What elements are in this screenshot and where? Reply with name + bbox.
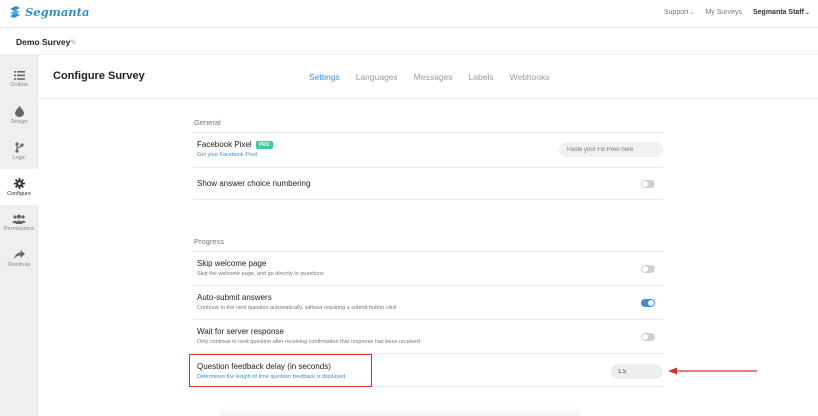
user-label: Segmanta Staff (753, 9, 804, 16)
facebook-pixel-link[interactable]: Get your Facebook Pixel (197, 152, 257, 158)
sidebar-item-label: Configure (7, 190, 31, 197)
tab-webhooks[interactable]: Webhooks (510, 72, 550, 82)
highlight-box (189, 354, 372, 387)
logo-text: Segmanta (25, 5, 90, 19)
setting-title: Facebook Pixel PRO (197, 140, 273, 149)
chevron-down-icon: ⌄ (804, 10, 810, 16)
pencil-icon[interactable]: ✎ (70, 38, 77, 47)
tab-languages[interactable]: Languages (356, 72, 398, 82)
drop-icon (14, 105, 24, 117)
setting-description: Skip the welcome page, and go directly t… (197, 271, 324, 277)
support-menu[interactable]: Support⌄ (664, 9, 695, 16)
sidebar-item-outline[interactable]: Outline (0, 61, 38, 97)
facebook-pixel-label: Facebook Pixel (197, 140, 252, 149)
tab-labels[interactable]: Labels (469, 72, 494, 82)
sidebar-item-label: Permissions (4, 226, 34, 232)
setting-description: Only continue to next question after rec… (197, 339, 420, 345)
list-icon (13, 70, 25, 80)
sidebar: Outline Design Logic Configure Permissio… (0, 55, 38, 416)
setting-title: Skip welcome page (197, 259, 267, 268)
setting-title: Wait for server response (197, 327, 284, 336)
user-menu[interactable]: Segmanta Staff⌄ (753, 9, 810, 16)
survey-title-bar: Demo Survey ✎ (0, 28, 818, 55)
feedback-delay-input[interactable] (611, 364, 663, 379)
page-header: Configure Survey Settings Languages Mess… (38, 55, 818, 99)
sidebar-item-logic[interactable]: Logic (0, 133, 38, 169)
section-heading-progress: Progress (194, 237, 225, 246)
setting-row-answer-numbering: Show answer choice numbering (193, 167, 663, 200)
setting-title: Show answer choice numbering (197, 179, 311, 188)
sidebar-item-distribute[interactable]: Distribute (0, 241, 38, 277)
setting-title: Auto-submit answers (197, 293, 272, 302)
pro-badge: PRO (255, 141, 273, 149)
chevron-down-icon: ⌄ (689, 10, 695, 16)
setting-description: Continue to the next question automatica… (197, 305, 397, 311)
top-bar: Segmanta Support⌄ My Surveys Segmanta St… (0, 0, 818, 28)
section-heading-general: General (194, 118, 221, 127)
setting-row-skip-welcome: Skip welcome page Skip the welcome page,… (193, 251, 663, 285)
support-label: Support (663, 9, 689, 16)
sidebar-item-design[interactable]: Design (0, 97, 38, 133)
logo[interactable]: Segmanta (8, 5, 89, 19)
sidebar-item-label: Outline (10, 81, 28, 88)
wait-server-toggle[interactable] (641, 333, 655, 341)
sidebar-item-permissions[interactable]: Permissions (0, 205, 38, 241)
footer-shadow (220, 406, 580, 416)
my-surveys-link[interactable]: My Surveys (705, 9, 742, 16)
auto-submit-toggle[interactable] (641, 299, 655, 307)
answer-numbering-toggle[interactable] (641, 180, 655, 188)
share-icon (13, 250, 25, 260)
setting-row-wait-server: Wait for server response Only continue t… (193, 319, 663, 353)
sidebar-item-label: Design (10, 118, 28, 125)
tab-bar: Settings Languages Messages Labels Webho… (309, 72, 550, 82)
setting-row-auto-submit: Auto-submit answers Continue to the next… (193, 285, 663, 319)
setting-row-facebook-pixel: Facebook Pixel PRO Get your Facebook Pixe… (193, 132, 663, 167)
page-title: Configure Survey (53, 70, 145, 82)
sidebar-item-label: Logic (12, 154, 26, 161)
sidebar-item-label: Distribute (7, 262, 31, 268)
annotation-arrow-icon (668, 367, 757, 375)
tab-messages[interactable]: Messages (414, 72, 453, 82)
tab-settings[interactable]: Settings (309, 72, 340, 82)
skip-welcome-toggle[interactable] (641, 265, 655, 273)
segmanta-logo-icon (10, 6, 20, 18)
users-icon (12, 214, 26, 224)
branch-icon (14, 141, 24, 153)
survey-title: Demo Survey (16, 37, 71, 47)
sidebar-item-configure[interactable]: Configure (0, 169, 38, 205)
gear-icon (13, 177, 25, 189)
top-nav: Support⌄ My Surveys Segmanta Staff⌄ (664, 9, 810, 16)
facebook-pixel-input[interactable] (559, 142, 663, 157)
